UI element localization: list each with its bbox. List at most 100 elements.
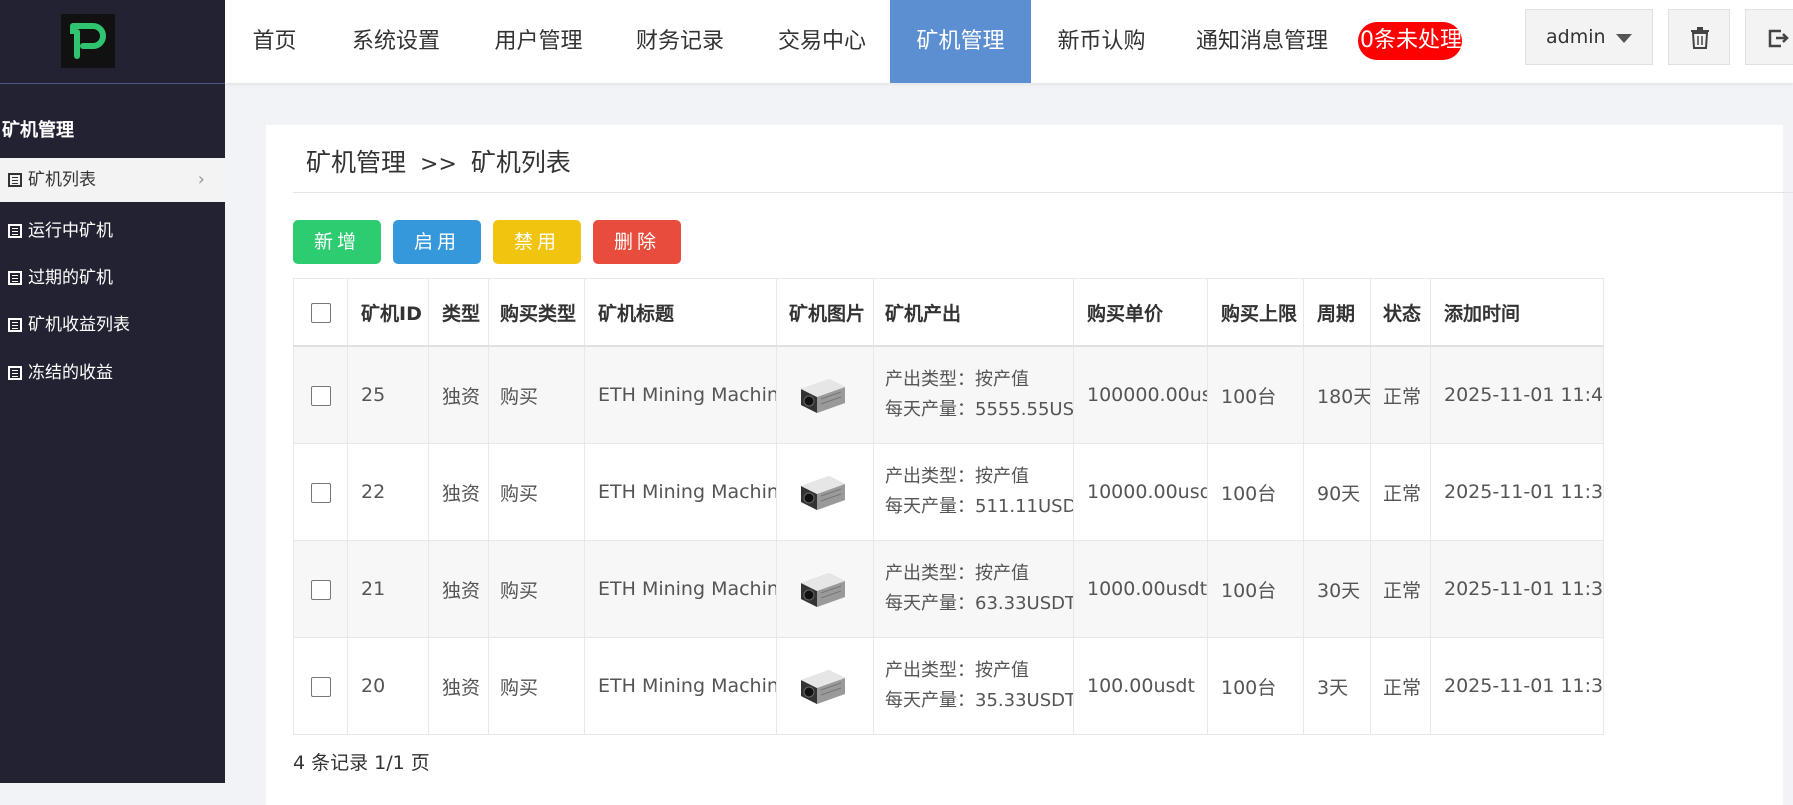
breadcrumb-current: 矿机列表: [470, 148, 571, 177]
sidebar-item-running-machines[interactable]: 运行中矿机: [0, 209, 225, 253]
sidebar-item-label: 矿机列表: [28, 170, 96, 190]
list-icon: [8, 173, 22, 187]
column-header: 矿机ID: [347, 278, 429, 347]
sidebar: 矿机管理 矿机列表 › 运行中矿机 过期的矿机 矿机收益列表 冻结的收益: [0, 0, 225, 783]
cell-status: 正常: [1370, 540, 1431, 638]
cell-price: 100000.00usdt: [1073, 345, 1208, 444]
sidebar-title: 矿机管理: [2, 120, 74, 141]
cell-limit: 100台: [1207, 443, 1304, 541]
cell-output: 产出类型：按产值 每天产量：35.33USDT: [873, 637, 1074, 735]
cell-buy-type: 购买: [488, 637, 585, 735]
sidebar-item-label: 冻结的收益: [28, 363, 113, 383]
cell-price: 10000.00usdt: [1073, 443, 1208, 541]
table-header-row: 矿机ID 类型 购买类型 矿机标题 矿机图片 矿机产出 购买单价 购买上限 周期…: [293, 278, 1604, 347]
column-header: 购买上限: [1207, 278, 1304, 347]
list-icon: [8, 224, 22, 238]
cell-id: 25: [347, 345, 429, 444]
sidebar-item-expired-machines[interactable]: 过期的矿机: [0, 256, 225, 300]
add-button[interactable]: 新增: [293, 220, 381, 264]
list-icon: [8, 366, 22, 380]
table-row[interactable]: 21 独资 购买 ETH Mining Machine 2: [293, 540, 1604, 638]
mining-machine-image[interactable]: [797, 567, 849, 611]
nav-user-management[interactable]: 用户管理: [468, 0, 609, 83]
nav-finance-records[interactable]: 财务记录: [609, 0, 751, 83]
cell-output: 产出类型：按产值 每天产量：5555.55USDT: [873, 345, 1074, 444]
list-icon: [8, 271, 22, 285]
cell-time: 2025-11-01 11:40: [1430, 345, 1604, 444]
table-row[interactable]: 20 独资 购买 ETH Mining Machine 1: [293, 637, 1604, 735]
main-panel: 矿机管理 >> 矿机列表 新增 启用 禁用 删除 矿机ID 类型 购买类型 矿机标题…: [266, 125, 1793, 805]
cell-time: 2025-11-01 11:39: [1430, 443, 1604, 541]
row-checkbox[interactable]: [311, 676, 331, 697]
mining-machine-image[interactable]: [797, 470, 849, 514]
nav-notification-management[interactable]: 通知消息管理: [1172, 0, 1352, 83]
daily-output: 每天产量：63.33USDT: [885, 593, 1074, 614]
cell-status: 正常: [1370, 443, 1431, 541]
user-menu-button[interactable]: admin: [1525, 9, 1653, 65]
select-all-checkbox[interactable]: [311, 302, 331, 323]
row-checkbox[interactable]: [311, 579, 331, 600]
machine-table: 矿机ID 类型 购买类型 矿机标题 矿机图片 矿机产出 购买单价 购买上限 周期…: [293, 278, 1604, 735]
sidebar-item-machine-list[interactable]: 矿机列表 ›: [0, 158, 225, 202]
column-header: 购买单价: [1073, 278, 1208, 347]
cell-period: 90天: [1303, 443, 1371, 541]
breadcrumb: 矿机管理 >> 矿机列表: [306, 143, 571, 179]
cell-limit: 100台: [1207, 637, 1304, 735]
column-header: 类型: [428, 278, 489, 347]
row-select-cell: [293, 540, 348, 638]
cell-limit: 100台: [1207, 345, 1304, 444]
mining-machine-image[interactable]: [797, 373, 849, 417]
nav-system-settings[interactable]: 系统设置: [324, 0, 468, 83]
daily-output: 每天产量：5555.55USDT: [885, 399, 1074, 420]
nav-trade-center[interactable]: 交易中心: [751, 0, 893, 83]
table-row[interactable]: 22 独资 购买 ETH Mining Machine 3: [293, 443, 1604, 541]
nav-home[interactable]: 首页: [225, 0, 324, 83]
cell-time: 2025-11-01 11:36: [1430, 540, 1604, 638]
daily-output: 每天产量：35.33USDT: [885, 690, 1074, 711]
cell-type: 独资: [428, 540, 489, 638]
cell-price: 100.00usdt: [1073, 637, 1208, 735]
daily-output: 每天产量：511.11USDT: [885, 496, 1074, 517]
enable-button[interactable]: 启用: [393, 220, 481, 264]
clear-cache-button[interactable]: [1668, 9, 1730, 65]
cell-status: 正常: [1370, 637, 1431, 735]
divider: [293, 192, 1793, 193]
table-row[interactable]: 25 独资 购买 ETH Mining Machine 4: [293, 345, 1604, 444]
sidebar-item-frozen-income[interactable]: 冻结的收益: [0, 351, 225, 395]
logout-button[interactable]: [1745, 9, 1793, 65]
row-select-cell: [293, 345, 348, 444]
cell-type: 独资: [428, 637, 489, 735]
chevron-right-icon: ›: [197, 169, 205, 190]
cell-buy-type: 购买: [488, 345, 585, 444]
cell-buy-type: 购买: [488, 443, 585, 541]
row-checkbox[interactable]: [311, 385, 331, 406]
cell-title: ETH Mining Machine 4: [584, 345, 777, 444]
delete-button[interactable]: 删除: [593, 220, 681, 264]
breadcrumb-separator: >>: [420, 152, 457, 177]
cell-buy-type: 购买: [488, 540, 585, 638]
output-type: 产出类型：按产值: [885, 660, 1029, 681]
mining-machine-image[interactable]: [797, 664, 849, 708]
trash-icon: [1691, 27, 1709, 49]
sidebar-item-machine-income[interactable]: 矿机收益列表: [0, 303, 225, 347]
nav-new-coin-subscription[interactable]: 新币认购: [1031, 0, 1172, 83]
cell-limit: 100台: [1207, 540, 1304, 638]
sidebar-item-label: 过期的矿机: [28, 268, 113, 288]
cell-period: 180天: [1303, 345, 1371, 444]
nav-miner-management[interactable]: 矿机管理: [890, 0, 1031, 83]
logo-icon[interactable]: [61, 14, 115, 68]
cell-time: 2025-11-01 11:36: [1430, 637, 1604, 735]
cell-title: ETH Mining Machine 3: [584, 443, 777, 541]
disable-button[interactable]: 禁用: [493, 220, 581, 264]
cell-period: 30天: [1303, 540, 1371, 638]
breadcrumb-root[interactable]: 矿机管理: [306, 148, 406, 177]
cell-image: [776, 443, 874, 541]
sidebar-item-label: 运行中矿机: [28, 221, 113, 241]
select-all-cell: [293, 278, 348, 347]
cell-id: 21: [347, 540, 429, 638]
cell-output: 产出类型：按产值 每天产量：511.11USDT: [873, 443, 1074, 541]
row-select-cell: [293, 637, 348, 735]
cell-title: ETH Mining Machine 2: [584, 540, 777, 638]
unprocessed-badge[interactable]: 0条未处理: [1358, 22, 1462, 60]
row-checkbox[interactable]: [311, 482, 331, 503]
